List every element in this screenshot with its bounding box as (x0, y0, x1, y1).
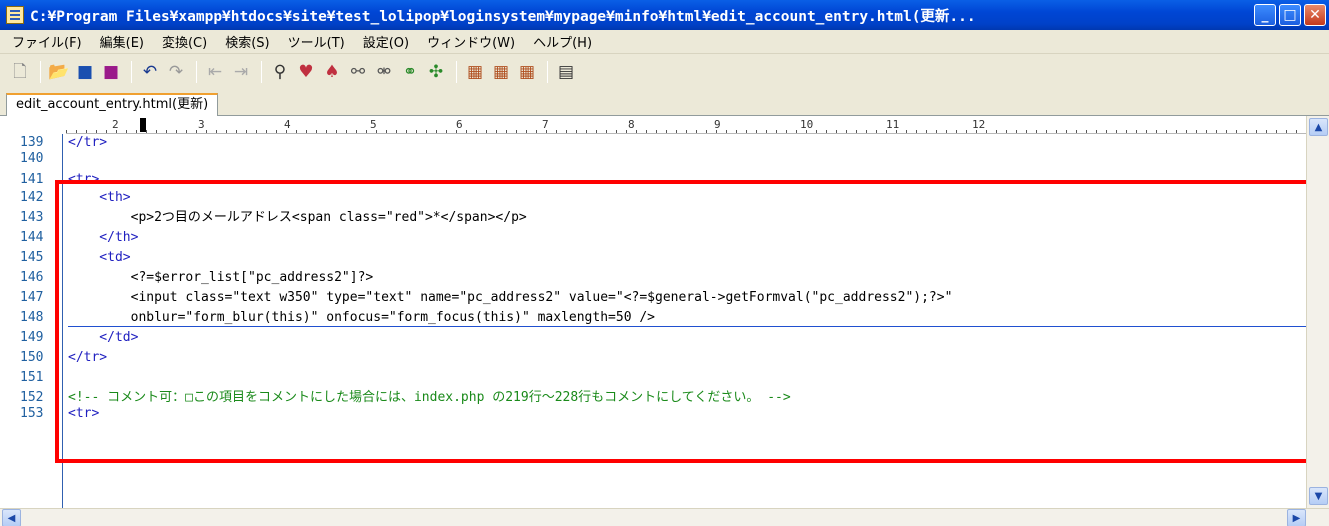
maximize-button[interactable]: □ (1279, 4, 1301, 26)
ruler-label: 10 (800, 118, 814, 131)
line-number: 146 (20, 270, 44, 285)
line-number: 148 (20, 310, 44, 325)
line-number: 152 (20, 390, 44, 405)
line-number: 147 (20, 290, 44, 305)
scroll-up-icon[interactable]: ▲ (1309, 118, 1328, 136)
line-number: 141 (20, 172, 44, 187)
toolbar-separator (547, 61, 548, 83)
title-bar: C:¥Program Files¥xampp¥htdocs¥site¥test_… (0, 0, 1329, 30)
menu-convert[interactable]: 変換(C) (153, 32, 216, 51)
macro-edit-icon[interactable]: ▦ (515, 60, 539, 84)
menu-window[interactable]: ウィンドウ(W) (418, 32, 524, 51)
forward-icon[interactable]: ⇥ (229, 60, 253, 84)
save-icon[interactable]: ■ (73, 60, 97, 84)
ruler-label: 11 (886, 118, 900, 131)
toolbar-separator (261, 61, 262, 83)
ruler-label: 5 (370, 118, 377, 131)
code-line: onblur="form_blur(this)" onfocus="form_f… (68, 310, 655, 325)
tab-edit-account-entry[interactable]: edit_account_entry.html(更新) (6, 93, 219, 117)
code-line: </tr> (68, 135, 108, 150)
code-line: <tr> (68, 406, 100, 421)
code-line: </th> (68, 230, 139, 245)
line-number: 142 (20, 190, 44, 205)
ruler-label: 8 (628, 118, 635, 131)
toolbar: 🗋 📂 ■ ■ ↶ ↷ ⇤ ⇥ ⚲ ♥ ♠ ⚯ ⚮ ⚭ ✣ ▦ ▦ ▦ ▤ (0, 55, 1329, 89)
find-next-icon[interactable]: ♥ (294, 60, 318, 84)
tag-jump-icon[interactable]: ✣ (424, 60, 448, 84)
close-button[interactable]: ✕ (1304, 4, 1326, 26)
grep-icon[interactable]: ⚭ (398, 60, 422, 84)
code-line: <td> (68, 250, 131, 265)
menu-edit[interactable]: 編集(E) (91, 32, 153, 51)
window-title: C:¥Program Files¥xampp¥htdocs¥site¥test_… (30, 8, 976, 25)
line-number: 143 (20, 210, 44, 225)
find-in-files-icon[interactable]: ⚮ (372, 60, 396, 84)
back-icon[interactable]: ⇤ (203, 60, 227, 84)
ruler-label: 9 (714, 118, 721, 131)
editor[interactable]: 2 3 4 5 6 7 8 9 10 11 12 139 140 141 142… (0, 116, 1329, 526)
scroll-right-icon[interactable]: ▶ (1287, 509, 1306, 526)
code-line: <p>2つ目のメールアドレス<span class="red">*</span>… (68, 210, 527, 225)
scroll-down-icon[interactable]: ▼ (1309, 487, 1328, 505)
redo-icon[interactable]: ↷ (164, 60, 188, 84)
menu-settings[interactable]: 設定(O) (354, 32, 418, 51)
line-number: 151 (20, 370, 44, 385)
minimize-button[interactable]: _ (1254, 4, 1276, 26)
ruler-label: 2 (112, 118, 119, 131)
ruler-label: 3 (198, 118, 205, 131)
toolbar-separator (456, 61, 457, 83)
tab-bar: edit_account_entry.html(更新) (0, 90, 1329, 117)
menu-bar: ファイル(F) 編集(E) 変換(C) 検索(S) ツール(T) 設定(O) ウ… (0, 30, 1329, 54)
vertical-scrollbar[interactable]: ▲ ▼ (1306, 116, 1329, 508)
code-line: <?=$error_list["pc_address2"]?> (68, 270, 374, 285)
find-prev-icon[interactable]: ♠ (320, 60, 344, 84)
ruler-label: 4 (284, 118, 291, 131)
line-number: 153 (20, 406, 44, 421)
save-all-icon[interactable]: ■ (99, 60, 123, 84)
toolbar-separator (131, 61, 132, 83)
ruler: 2 3 4 5 6 7 8 9 10 11 12 (66, 116, 1306, 134)
ruler-label: 7 (542, 118, 549, 131)
menu-file[interactable]: ファイル(F) (0, 32, 91, 51)
app-icon[interactable] (6, 6, 24, 24)
scroll-left-icon[interactable]: ◀ (2, 509, 21, 526)
find-icon[interactable]: ⚲ (268, 60, 292, 84)
code-line: </td> (68, 330, 139, 345)
toolbar-separator (196, 61, 197, 83)
code-line: <th> (68, 190, 131, 205)
toolbar-separator (40, 61, 41, 83)
replace-icon[interactable]: ⚯ (346, 60, 370, 84)
undo-icon[interactable]: ↶ (138, 60, 162, 84)
code-line: <input class="text w350" type="text" nam… (68, 290, 953, 305)
line-number: 149 (20, 330, 44, 345)
open-file-icon[interactable]: 📂 (47, 60, 71, 84)
code-line: <tr> (68, 172, 100, 187)
line-number: 145 (20, 250, 44, 265)
ruler-scale (66, 130, 1306, 133)
menu-tools[interactable]: ツール(T) (279, 32, 354, 51)
line-number: 144 (20, 230, 44, 245)
ruler-label: 6 (456, 118, 463, 131)
macro-run-icon[interactable]: ▦ (489, 60, 513, 84)
properties-icon[interactable]: ▤ (554, 60, 578, 84)
code-line-comment: <!-- コメント可：□この項目をコメントにした場合には、index.php の… (68, 390, 791, 405)
menu-search[interactable]: 検索(S) (216, 32, 278, 51)
line-number-gutter: 139 140 141 142 143 144 145 146 147 148 … (0, 134, 66, 508)
current-line-underline (68, 326, 1306, 327)
macro-icon[interactable]: ▦ (463, 60, 487, 84)
code-area[interactable]: </tr> <tr> <th> <p>2つ目のメールアドレス<span clas… (68, 134, 1306, 508)
code-line: </tr> (68, 350, 108, 365)
menu-help[interactable]: ヘルプ(H) (524, 32, 601, 51)
line-number: 139 (20, 135, 44, 150)
ruler-label: 12 (972, 118, 986, 131)
horizontal-scrollbar[interactable]: ◀ ▶ (0, 508, 1329, 526)
line-number: 140 (20, 151, 44, 166)
new-file-icon[interactable]: 🗋 (8, 60, 32, 84)
line-number: 150 (20, 350, 44, 365)
ruler-cursor-marker (140, 118, 146, 132)
